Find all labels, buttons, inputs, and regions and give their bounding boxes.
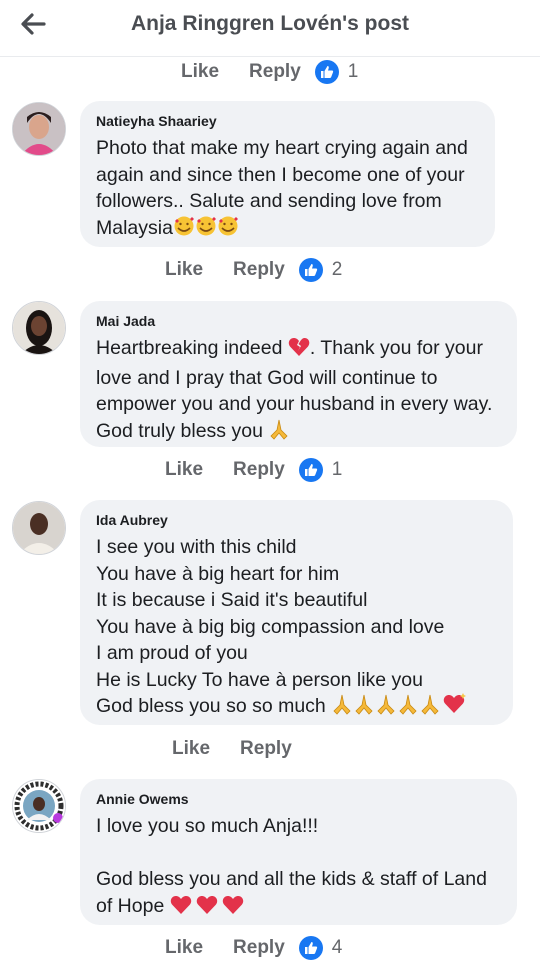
comment-text-line: God bless you and all the kids & staff o…: [96, 868, 487, 890]
comment-text-line: You have à big heart for him: [96, 562, 340, 585]
comment-text-line: He is Lucky To have à person like you: [96, 668, 423, 691]
broken-heart-icon: [288, 337, 310, 365]
post-header: Anja Ringgren Lovén's post: [0, 0, 540, 50]
comment-text-line: love and I pray that God will continue t…: [96, 366, 438, 389]
comment-text-line: I love you so much Anja!!!: [96, 815, 319, 837]
comment-actions: Like Reply 1: [165, 456, 342, 484]
comment-text-line: again and since then I become one of you…: [96, 163, 465, 186]
like-reaction-icon: [298, 936, 323, 960]
comment-text-line: I see you with this child: [96, 536, 297, 558]
comment-actions: Like Reply: [172, 735, 292, 763]
folded-hands-icon: [331, 693, 467, 723]
comment-text-line: [96, 840, 501, 867]
page-title: Anja Ringgren Lovén's post: [130, 12, 409, 35]
avatar[interactable]: [12, 301, 66, 355]
comment-text-line: Heartbreaking indeed: [96, 337, 283, 359]
reaction-count[interactable]: 1: [314, 60, 358, 84]
previous-comment-actions: Like Reply 1: [181, 58, 358, 86]
comment-text-line: God bless you so so much: [96, 695, 326, 717]
comment-text-line: Photo that make my heart crying again an…: [96, 137, 468, 159]
reply-button[interactable]: Reply: [249, 61, 301, 83]
comment-text-line: . Thank you for your: [309, 337, 483, 359]
like-reaction-icon: [314, 60, 339, 84]
comment-text-line: God truly bless you: [96, 419, 263, 442]
reaction-count[interactable]: 2: [298, 258, 342, 282]
like-reaction-icon: [298, 458, 323, 482]
like-button[interactable]: Like: [181, 61, 219, 83]
like-button[interactable]: Like: [172, 738, 210, 760]
reaction-count[interactable]: 1: [298, 458, 342, 482]
comment-bubble: Mai Jada Heartbreaking indeed . Thank yo…: [80, 301, 517, 447]
smiling-face-with-hearts-icon: [173, 215, 239, 245]
like-button[interactable]: Like: [165, 459, 203, 481]
comment-text-line: followers.. Salute and sending love from: [96, 190, 442, 212]
comment-bubble: Annie Owems I love you so much Anja!!! G…: [80, 779, 517, 925]
comment-actions: Like Reply 4: [165, 934, 342, 962]
comment-text-line: empower you and your husband in every wa…: [96, 393, 493, 415]
avatar[interactable]: [12, 501, 66, 555]
reply-button[interactable]: Reply: [240, 738, 292, 760]
like-button[interactable]: Like: [165, 259, 203, 281]
avatar[interactable]: [12, 779, 66, 833]
comment-actions: Like Reply 2: [165, 256, 342, 284]
reply-button[interactable]: Reply: [233, 259, 285, 281]
reply-button[interactable]: Reply: [233, 459, 285, 481]
reply-button[interactable]: Reply: [233, 937, 285, 959]
comment-text-line: It is because i Said it's beautiful: [96, 589, 368, 611]
comment-text-line: You have à big big compassion and love: [96, 615, 445, 638]
comment-bubble: Ida Aubrey I see you with this child You…: [80, 500, 513, 725]
comment-author[interactable]: Natieyha Shaariey: [96, 113, 479, 129]
avatar[interactable]: [12, 102, 66, 156]
comment-text-line: Malaysia: [96, 216, 173, 239]
comment-text-line: of Hope: [96, 894, 165, 917]
reaction-count[interactable]: 4: [298, 936, 342, 960]
folded-hands-icon: [268, 418, 290, 448]
comment-author[interactable]: Mai Jada: [96, 313, 501, 329]
comment-author[interactable]: Annie Owems: [96, 791, 501, 807]
comment-text-line: I am proud of you: [96, 642, 248, 664]
like-button[interactable]: Like: [165, 937, 203, 959]
header-divider: [0, 56, 540, 57]
red-heart-icon: [170, 895, 244, 923]
comment-bubble: Natieyha Shaariey Photo that make my hea…: [80, 101, 495, 247]
comment-author[interactable]: Ida Aubrey: [96, 512, 497, 528]
like-reaction-icon: [298, 258, 323, 282]
